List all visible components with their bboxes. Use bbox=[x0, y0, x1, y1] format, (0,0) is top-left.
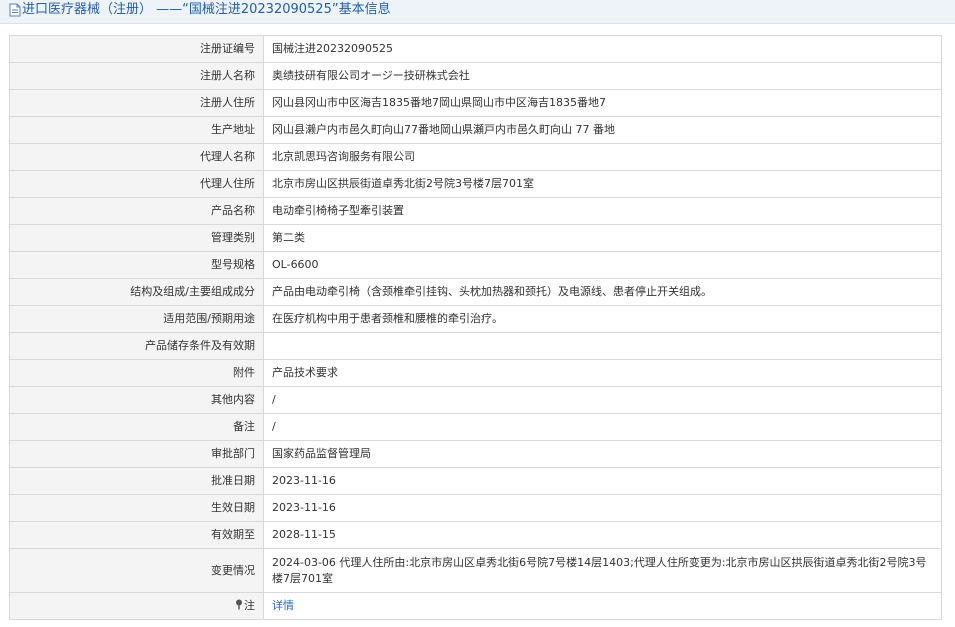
table-row: 型号规格 OL-6600 bbox=[9, 251, 942, 279]
table-row: 批准日期 2023-11-16 bbox=[9, 467, 942, 495]
row-value: 2023-11-16 bbox=[263, 467, 942, 495]
table-row: 注册人名称 奥绩技研有限公司オージー技研株式会社 bbox=[9, 62, 942, 90]
note-value-cell: 详情 bbox=[263, 592, 942, 620]
row-value: / bbox=[263, 413, 942, 441]
row-label: 注册证编号 bbox=[9, 35, 264, 63]
note-label: 注 bbox=[235, 599, 255, 612]
table-row: 有效期至 2028-11-15 bbox=[9, 521, 942, 549]
note-row: 注 详情 bbox=[9, 592, 942, 620]
row-label: 审批部门 bbox=[9, 440, 264, 468]
row-value: 电动牵引椅椅子型牽引装置 bbox=[263, 197, 942, 225]
table-row: 生产地址 冈山县濑户内市邑久町向山77番地岡山県瀬戸内市邑久町向山 77 番地 bbox=[9, 116, 942, 144]
table-row: 备注 / bbox=[9, 413, 942, 441]
row-value bbox=[263, 332, 942, 360]
row-label: 适用范围/预期用途 bbox=[9, 305, 264, 333]
row-label: 代理人住所 bbox=[9, 170, 264, 198]
row-label: 生效日期 bbox=[9, 494, 264, 522]
table-row: 注册证编号 国械注进20232090525 bbox=[9, 35, 942, 63]
row-value: / bbox=[263, 386, 942, 414]
row-label: 批准日期 bbox=[9, 467, 264, 495]
table-row: 适用范围/预期用途 在医疗机构中用于患者颈椎和腰椎的牵引治疗。 bbox=[9, 305, 942, 333]
row-value: 冈山县冈山市中区海吉1835番地7岡山県岡山市中区海吉1835番地7 bbox=[263, 89, 942, 117]
row-label: 管理类别 bbox=[9, 224, 264, 252]
pin-icon bbox=[236, 599, 242, 610]
device-info-table: 注册证编号 国械注进20232090525 注册人名称 奥绩技研有限公司オージー技研… bbox=[9, 35, 942, 620]
row-label: 其他内容 bbox=[9, 386, 264, 414]
row-value: 奥绩技研有限公司オージー技研株式会社 bbox=[263, 62, 942, 90]
table-row: 其他内容 / bbox=[9, 386, 942, 414]
row-label: 生产地址 bbox=[9, 116, 264, 144]
row-value: 国家药品监督管理局 bbox=[263, 440, 942, 468]
row-value: 2023-11-16 bbox=[263, 494, 942, 522]
row-label: 产品名称 bbox=[9, 197, 264, 225]
row-value: 冈山县濑户内市邑久町向山77番地岡山県瀬戸内市邑久町向山 77 番地 bbox=[263, 116, 942, 144]
note-label-cell: 注 bbox=[9, 592, 264, 620]
row-label: 变更情况 bbox=[9, 548, 264, 593]
row-label: 型号规格 bbox=[9, 251, 264, 279]
row-value: 北京市房山区拱辰街道卓秀北街2号院3号楼7层701室 bbox=[263, 170, 942, 198]
page-title-bar: 进口医疗器械（注册） ——“国械注进20232090525”基本信息 bbox=[0, 0, 955, 24]
row-label: 结构及组成/主要组成成分 bbox=[9, 278, 264, 306]
row-label: 注册人住所 bbox=[9, 89, 264, 117]
row-label: 备注 bbox=[9, 413, 264, 441]
row-value: 2028-11-15 bbox=[263, 521, 942, 549]
detail-link[interactable]: 详情 bbox=[272, 599, 294, 612]
row-label: 注册人名称 bbox=[9, 62, 264, 90]
table-row: 代理人名称 北京凯思玛咨询服务有限公司 bbox=[9, 143, 942, 171]
row-label: 产品储存条件及有效期 bbox=[9, 332, 264, 360]
row-value: 第二类 bbox=[263, 224, 942, 252]
table-row: 变更情况 2024-03-06 代理人住所由:北京市房山区卓秀北街6号院7号楼14… bbox=[9, 548, 942, 593]
row-value: OL-6600 bbox=[263, 251, 942, 279]
row-value: 产品技术要求 bbox=[263, 359, 942, 387]
row-label: 有效期至 bbox=[9, 521, 264, 549]
row-value: 北京凯思玛咨询服务有限公司 bbox=[263, 143, 942, 171]
row-label: 代理人名称 bbox=[9, 143, 264, 171]
row-label: 附件 bbox=[9, 359, 264, 387]
table-row: 产品名称 电动牵引椅椅子型牽引装置 bbox=[9, 197, 942, 225]
row-value: 产品由电动牵引椅（含颈椎牵引挂钩、头枕加热器和颈托）及电源线、患者停止开关组成。 bbox=[263, 278, 942, 306]
table-row: 审批部门 国家药品监督管理局 bbox=[9, 440, 942, 468]
table-row: 代理人住所 北京市房山区拱辰街道卓秀北街2号院3号楼7层701室 bbox=[9, 170, 942, 198]
table-row: 管理类别 第二类 bbox=[9, 224, 942, 252]
note-label-text: 注 bbox=[244, 599, 255, 612]
row-value: 在医疗机构中用于患者颈椎和腰椎的牵引治疗。 bbox=[263, 305, 942, 333]
page-title: 进口医疗器械（注册） ——“国械注进20232090525”基本信息 bbox=[22, 2, 391, 17]
document-icon bbox=[9, 3, 21, 17]
table-row: 产品储存条件及有效期 bbox=[9, 332, 942, 360]
table-row: 结构及组成/主要组成成分 产品由电动牵引椅（含颈椎牵引挂钩、头枕加热器和颈托）及电… bbox=[9, 278, 942, 306]
row-value: 2024-03-06 代理人住所由:北京市房山区卓秀北街6号院7号楼14层140… bbox=[263, 548, 942, 593]
table-row: 注册人住所 冈山县冈山市中区海吉1835番地7岡山県岡山市中区海吉1835番地7 bbox=[9, 89, 942, 117]
table-row: 附件 产品技术要求 bbox=[9, 359, 942, 387]
row-value: 国械注进20232090525 bbox=[263, 35, 942, 63]
table-row: 生效日期 2023-11-16 bbox=[9, 494, 942, 522]
